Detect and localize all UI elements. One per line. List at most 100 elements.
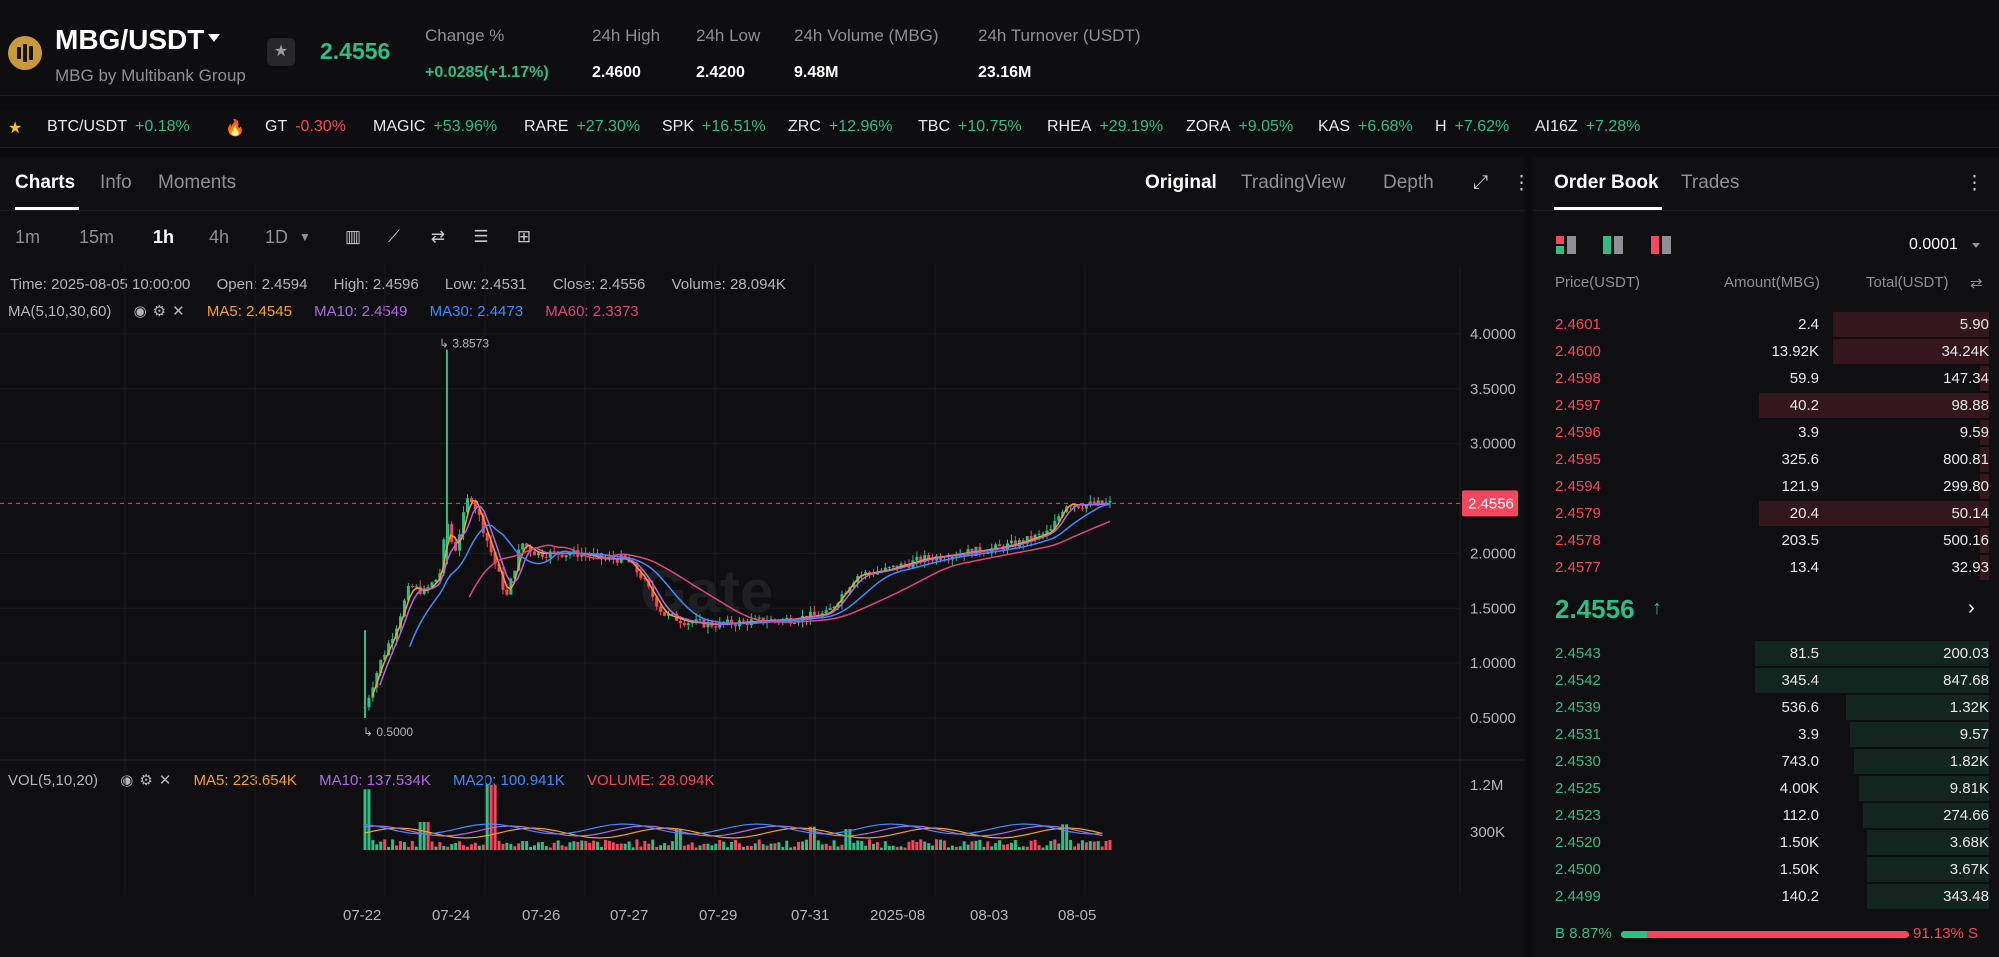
volume-bar — [540, 841, 544, 850]
candle-body — [548, 551, 552, 558]
volume-bar — [367, 789, 371, 850]
row-total: 3.67K — [1949, 861, 1989, 878]
price-tick-label: 4.0000 — [1470, 326, 1516, 343]
row-price: 2.4600 — [1555, 343, 1601, 360]
price-chart[interactable]: 4.00003.50003.00002.50002.00001.50001.00… — [0, 0, 1525, 957]
row-price: 2.4523 — [1555, 807, 1601, 824]
volume-bar — [903, 847, 907, 850]
volume-bar — [655, 846, 659, 850]
precision-select[interactable]: 0.0001 — [1909, 236, 1958, 254]
volume-bar — [915, 842, 919, 850]
volume-bar — [939, 839, 943, 850]
volume-bar — [529, 846, 533, 850]
x-tick-label: 07-27 — [610, 907, 648, 924]
volume-tick-label: 1.2M — [1470, 777, 1503, 794]
volume-bar — [954, 846, 958, 850]
ask-row[interactable]: 2.4598 59.9 147.34 — [1555, 365, 1989, 392]
bid-row[interactable]: 2.4525 4.00K 9.81K — [1555, 775, 1989, 802]
volume-bar — [1076, 843, 1080, 850]
ask-row[interactable]: 2.4578 203.5 500.16 — [1555, 527, 1989, 554]
ask-row[interactable]: 2.4597 40.2 98.88 — [1555, 392, 1989, 419]
volume-bar — [548, 847, 552, 850]
volume-bar — [1084, 842, 1088, 850]
volume-bar — [1006, 844, 1010, 850]
ask-row[interactable]: 2.4577 13.4 32.93 — [1555, 554, 1989, 581]
volume-bar — [509, 844, 513, 850]
watermark-logo: Gate — [640, 558, 773, 625]
volume-bar — [462, 845, 466, 850]
row-total: 1.32K — [1949, 699, 1989, 716]
row-price: 2.4499 — [1555, 888, 1601, 905]
volume-bar — [828, 845, 832, 850]
candle-body — [998, 544, 1002, 547]
bid-row[interactable]: 2.4499 140.2 343.48 — [1555, 883, 1989, 910]
ask-row[interactable]: 2.4600 13.92K 34.24K — [1555, 338, 1989, 365]
volume-bar — [517, 843, 521, 850]
volume-bar — [611, 842, 615, 850]
more-icon[interactable]: ⋮ — [1965, 172, 1984, 195]
current-price-label: 2.4556 — [1468, 495, 1514, 512]
bid-row[interactable]: 2.4539 536.6 1.32K — [1555, 694, 1989, 721]
volume-bar — [891, 845, 895, 850]
bids-mode-icon[interactable] — [1602, 235, 1624, 255]
volume-bar — [647, 843, 651, 850]
volume-bar — [387, 846, 391, 850]
swap-icon[interactable]: ⇄ — [1970, 274, 1983, 292]
volume-bar — [544, 846, 548, 850]
bid-row[interactable]: 2.4520 1.50K 3.68K — [1555, 829, 1989, 856]
bid-row[interactable]: 2.4523 112.0 274.66 — [1555, 802, 1989, 829]
bid-row[interactable]: 2.4542 345.4 847.68 — [1555, 667, 1989, 694]
ask-row[interactable]: 2.4601 2.4 5.90 — [1555, 311, 1989, 338]
bid-row[interactable]: 2.4530 743.0 1.82K — [1555, 748, 1989, 775]
volume-bar — [935, 839, 939, 850]
volume-bar — [686, 844, 690, 850]
both-sides-mode-icon[interactable] — [1555, 235, 1577, 255]
row-amount: 3.9 — [1798, 726, 1819, 743]
asks-mode-icon[interactable] — [1650, 235, 1672, 255]
volume-bar — [674, 829, 678, 850]
volume-bar — [749, 846, 753, 850]
volume-bar — [623, 843, 627, 850]
bid-row[interactable]: 2.4543 81.5 200.03 — [1555, 640, 1989, 667]
volume-bar — [950, 845, 954, 850]
ticker-item[interactable]: AI16Z +7.28% — [1535, 118, 1640, 136]
row-amount: 2.4 — [1798, 316, 1819, 333]
chevron-down-icon[interactable] — [1972, 243, 1980, 248]
volume-bar — [552, 842, 556, 850]
volume-bar — [532, 845, 536, 850]
tab-trades[interactable]: Trades — [1681, 172, 1739, 194]
row-price: 2.4530 — [1555, 753, 1601, 770]
volume-bar — [402, 842, 406, 850]
volume-bar — [871, 843, 875, 850]
ask-row[interactable]: 2.4579 20.4 50.14 — [1555, 500, 1989, 527]
volume-bar — [446, 846, 450, 850]
volume-bar — [1092, 841, 1096, 850]
chevron-right-icon[interactable]: › — [1968, 597, 1975, 620]
ask-row[interactable]: 2.4594 121.9 299.80 — [1555, 473, 1989, 500]
ask-row[interactable]: 2.4596 3.9 9.59 — [1555, 419, 1989, 446]
volume-bar — [434, 846, 438, 850]
row-amount: 40.2 — [1789, 397, 1819, 414]
row-price: 2.4595 — [1555, 451, 1601, 468]
bid-row[interactable]: 2.4531 3.9 9.57 — [1555, 721, 1989, 748]
row-amount: 112.0 — [1782, 807, 1819, 824]
ask-row[interactable]: 2.4595 325.6 800.81 — [1555, 446, 1989, 473]
row-total: 343.48 — [1943, 888, 1989, 905]
volume-bar — [793, 846, 797, 850]
volume-bar — [465, 846, 469, 850]
candle-body — [891, 565, 895, 568]
bid-row[interactable]: 2.4500 1.50K 3.67K — [1555, 856, 1989, 883]
row-amount: 140.2 — [1781, 888, 1819, 905]
candle-body — [615, 559, 619, 563]
tab-order-book[interactable]: Order Book — [1554, 172, 1659, 194]
volume-bar — [797, 841, 801, 850]
candle-body — [663, 611, 667, 616]
row-price: 2.4525 — [1555, 780, 1601, 797]
volume-bar — [974, 840, 978, 850]
volume-bar — [481, 844, 485, 850]
volume-bar — [442, 845, 446, 850]
volume-bar — [998, 840, 1002, 850]
volume-bar — [667, 845, 671, 850]
volume-bar — [982, 846, 986, 850]
x-tick-label: 07-31 — [791, 907, 829, 924]
